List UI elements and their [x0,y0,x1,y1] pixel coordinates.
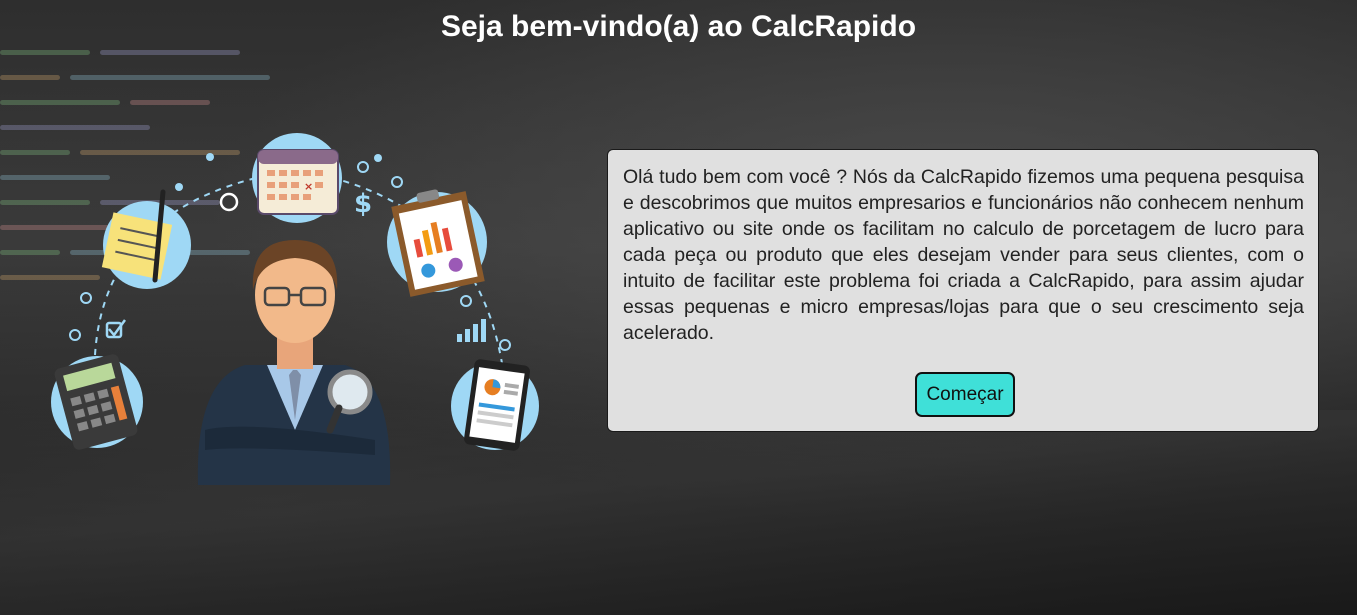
dollar-icon: $ [354,189,372,219]
calculator-icon [51,354,143,450]
intro-card: Olá tudo bem com você ? Nós da CalcRapid… [607,149,1319,432]
checkbox-icon [105,319,127,339]
svg-text:×: × [304,180,313,193]
page-title: Seja bem-vindo(a) ao CalcRapido [440,10,917,43]
smartphone-report-icon [451,359,539,451]
intro-text: Olá tudo bem com você ? Nós da CalcRapid… [623,166,1304,344]
businessman-figure [197,240,391,485]
calendar-icon: × [252,133,342,223]
businessman-illustration: × $ [51,133,539,485]
bar-chart-icon [457,319,486,342]
sticky-notes-icon [101,189,191,289]
clipboard-chart-icon [387,189,487,297]
start-button[interactable]: Começar [915,372,1015,417]
